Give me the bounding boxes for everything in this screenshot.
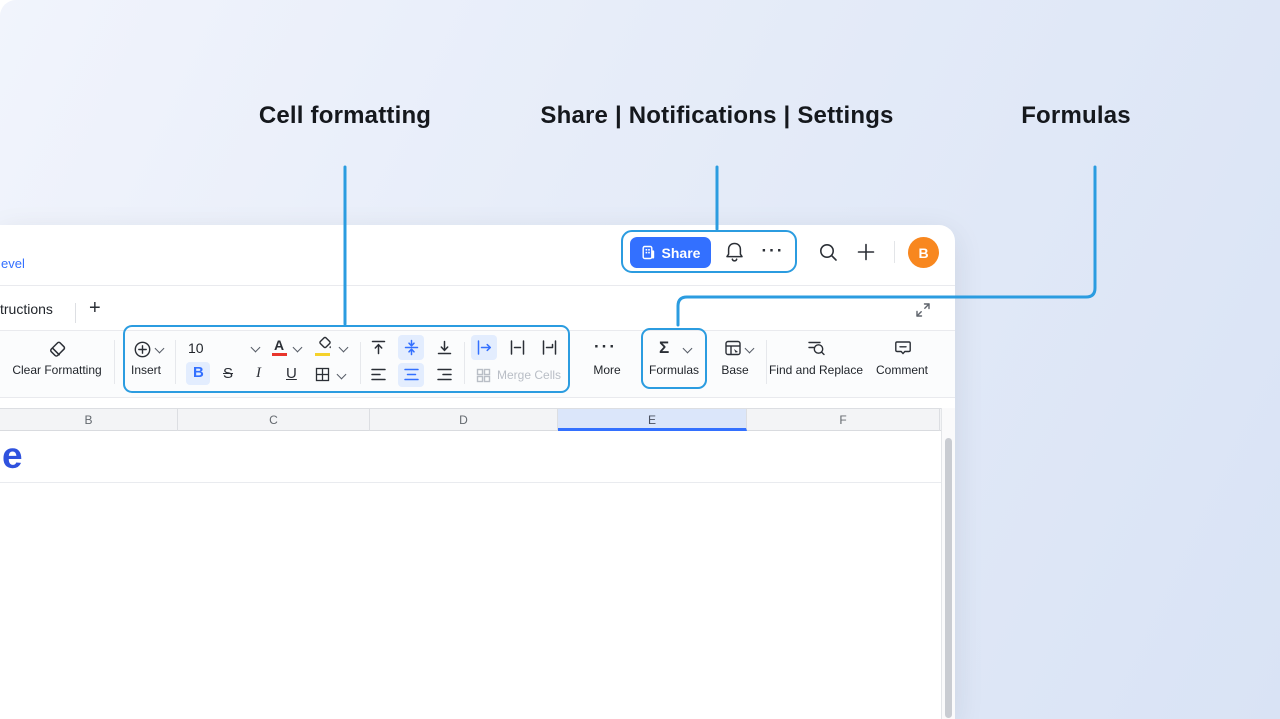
formulas-callout-box bbox=[641, 328, 707, 389]
find-replace-icon[interactable] bbox=[807, 339, 826, 357]
more-label[interactable]: More bbox=[593, 363, 620, 377]
app-window: evel Share ··· B tructi bbox=[0, 225, 955, 719]
text-wrap-icon[interactable] bbox=[541, 339, 558, 356]
font-size-value[interactable]: 10 bbox=[188, 340, 204, 356]
share-button-label: Share bbox=[662, 245, 701, 261]
text-color-bar bbox=[272, 353, 287, 356]
create-new-plus-icon[interactable] bbox=[855, 241, 877, 263]
avatar[interactable]: B bbox=[908, 237, 939, 268]
comment-label[interactable]: Comment bbox=[876, 363, 928, 377]
toolbar-divider bbox=[360, 342, 361, 384]
clear-formatting-label[interactable]: Clear Formatting bbox=[12, 363, 101, 377]
column-header-f[interactable]: F bbox=[747, 409, 940, 431]
more-menu-icon[interactable]: ··· bbox=[757, 241, 789, 261]
column-header-c[interactable]: C bbox=[178, 409, 370, 431]
notifications-bell-icon[interactable] bbox=[724, 241, 745, 263]
merge-cells-icon[interactable] bbox=[476, 368, 491, 383]
insert-plus-circle-icon[interactable] bbox=[133, 340, 152, 359]
underline-button[interactable]: U bbox=[286, 365, 297, 382]
annotation-cell-formatting: Cell formatting bbox=[259, 102, 431, 130]
find-replace-label[interactable]: Find and Replace bbox=[769, 363, 863, 377]
clear-formatting-eraser-icon[interactable] bbox=[47, 340, 68, 361]
italic-button[interactable]: I bbox=[256, 365, 261, 382]
fill-color-icon[interactable] bbox=[316, 336, 333, 353]
borders-icon[interactable] bbox=[315, 367, 330, 382]
toolbar-divider bbox=[114, 340, 115, 384]
base-chevron-icon[interactable] bbox=[745, 344, 755, 354]
vertical-scrollbar[interactable] bbox=[945, 438, 952, 718]
column-header-d[interactable]: D bbox=[370, 409, 558, 431]
align-top-icon[interactable] bbox=[370, 339, 387, 356]
annotation-formulas: Formulas bbox=[1021, 102, 1131, 130]
toolbar-divider bbox=[464, 342, 465, 384]
sheet-grid: e epartment name Project owner Enter "@+… bbox=[0, 431, 941, 719]
base-label[interactable]: Base bbox=[721, 363, 748, 377]
align-center-icon[interactable] bbox=[403, 367, 420, 382]
strikethrough-button[interactable]: S bbox=[223, 365, 233, 382]
align-left-icon[interactable] bbox=[370, 367, 387, 382]
sheet-title-fragment[interactable]: e bbox=[2, 435, 23, 477]
expand-toolbar-icon[interactable] bbox=[914, 301, 932, 319]
avatar-initial: B bbox=[918, 245, 928, 261]
scrollbar-gutter bbox=[941, 408, 955, 719]
bold-button[interactable]: B bbox=[193, 364, 204, 381]
row-divider bbox=[0, 482, 941, 483]
search-icon[interactable] bbox=[818, 242, 839, 263]
toolbar: Clear Formatting Insert 10 A bbox=[0, 331, 955, 398]
column-header-strip: B C D E F bbox=[0, 408, 941, 431]
tab-divider bbox=[75, 303, 76, 323]
align-right-icon[interactable] bbox=[436, 367, 453, 382]
base-icon[interactable] bbox=[724, 339, 742, 357]
header-border bbox=[0, 285, 955, 286]
toolbar-divider bbox=[766, 340, 767, 384]
insert-label[interactable]: Insert bbox=[131, 363, 161, 377]
toolbar-divider bbox=[175, 340, 176, 384]
text-color-icon[interactable]: A bbox=[274, 337, 284, 353]
fill-color-bar bbox=[315, 353, 330, 356]
add-sheet-tab-button[interactable]: + bbox=[89, 297, 101, 320]
merge-cells-label: Merge Cells bbox=[497, 368, 561, 382]
column-header-b[interactable]: B bbox=[0, 409, 178, 431]
page-background: Cell formatting Share | Notifications | … bbox=[0, 0, 1280, 719]
comment-icon[interactable] bbox=[894, 339, 912, 357]
toolbar-more-dots-icon[interactable]: ··· bbox=[594, 337, 617, 357]
align-bottom-icon[interactable] bbox=[436, 339, 453, 356]
doc-breadcrumb-fragment[interactable]: evel bbox=[1, 256, 25, 271]
text-clip-icon[interactable] bbox=[509, 339, 526, 356]
text-overflow-icon[interactable] bbox=[476, 339, 493, 356]
share-button[interactable]: Share bbox=[630, 237, 711, 268]
header-divider bbox=[894, 241, 895, 263]
annotation-share-notifications-settings: Share | Notifications | Settings bbox=[540, 102, 893, 130]
formulas-label[interactable]: Formulas bbox=[649, 363, 699, 377]
align-middle-icon[interactable] bbox=[403, 339, 420, 356]
column-header-e-selected[interactable]: E bbox=[558, 409, 747, 431]
formulas-sigma-icon[interactable]: Σ bbox=[659, 338, 669, 358]
share-org-icon bbox=[641, 245, 656, 260]
sheet-tab-instructions[interactable]: tructions bbox=[0, 301, 53, 317]
